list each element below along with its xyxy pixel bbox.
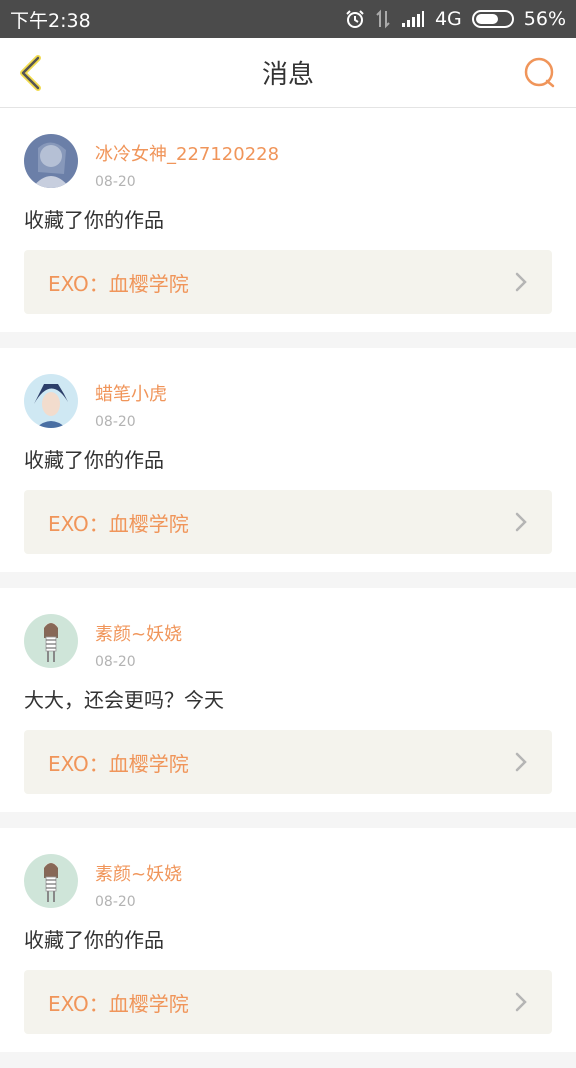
message-date: 08-20 bbox=[95, 654, 136, 670]
message-text: 收藏了你的作品 bbox=[24, 928, 164, 952]
network-type: 4G bbox=[434, 8, 462, 30]
alarm-icon bbox=[345, 9, 365, 29]
message-card: 蜡笔小虎 08-20 收藏了你的作品 EXO：血樱学院 bbox=[0, 348, 576, 572]
chevron-right-icon bbox=[515, 512, 527, 532]
message-card: 素颜~妖娆 08-20 大大，还会更吗？今天 EXO：血樱学院 bbox=[0, 588, 576, 812]
search-icon[interactable] bbox=[522, 55, 558, 91]
work-link[interactable]: EXO：血樱学院 bbox=[24, 250, 552, 314]
app-header: 消息 bbox=[0, 38, 576, 108]
chevron-right-icon bbox=[515, 992, 527, 1012]
message-date: 08-20 bbox=[95, 174, 136, 190]
message-card: 冰冷女神_227120228 08-20 收藏了你的作品 EXO：血樱学院 bbox=[0, 108, 576, 332]
work-title: EXO：血樱学院 bbox=[48, 511, 189, 536]
battery-percent: 56% bbox=[523, 8, 566, 30]
signal-icon bbox=[401, 10, 425, 28]
work-title: EXO：血樱学院 bbox=[48, 271, 189, 296]
message-date: 08-20 bbox=[95, 414, 136, 430]
work-link[interactable]: EXO：血樱学院 bbox=[24, 490, 552, 554]
status-bar: 下午2:38 4G 56% bbox=[0, 0, 576, 38]
avatar[interactable] bbox=[24, 374, 78, 428]
username[interactable]: 素颜~妖娆 bbox=[95, 620, 182, 646]
username[interactable]: 蜡笔小虎 bbox=[95, 380, 167, 406]
avatar[interactable] bbox=[24, 854, 78, 908]
status-icons: 4G 56% bbox=[345, 8, 566, 30]
username[interactable]: 冰冷女神_227120228 bbox=[95, 140, 279, 166]
data-transfer-icon bbox=[375, 9, 391, 29]
avatar[interactable] bbox=[24, 134, 78, 188]
battery-icon bbox=[471, 10, 514, 28]
chevron-right-icon bbox=[515, 272, 527, 292]
status-time: 下午2:38 bbox=[10, 9, 91, 32]
work-link[interactable]: EXO：血樱学院 bbox=[24, 730, 552, 794]
message-card: 素颜~妖娆 08-20 收藏了你的作品 EXO：血樱学院 bbox=[0, 828, 576, 1052]
back-arrow-icon[interactable] bbox=[12, 53, 52, 93]
work-title: EXO：血樱学院 bbox=[48, 991, 189, 1016]
page-title: 消息 bbox=[261, 60, 314, 90]
message-date: 08-20 bbox=[95, 894, 136, 910]
message-list: 冰冷女神_227120228 08-20 收藏了你的作品 EXO：血樱学院 蜡笔… bbox=[0, 108, 576, 1068]
message-text: 收藏了你的作品 bbox=[24, 208, 164, 232]
work-link[interactable]: EXO：血樱学院 bbox=[24, 970, 552, 1034]
chevron-right-icon bbox=[515, 752, 527, 772]
message-text: 收藏了你的作品 bbox=[24, 448, 164, 472]
work-title: EXO：血樱学院 bbox=[48, 751, 189, 776]
message-text: 大大，还会更吗？今天 bbox=[24, 688, 224, 712]
avatar[interactable] bbox=[24, 614, 78, 668]
username[interactable]: 素颜~妖娆 bbox=[95, 860, 182, 886]
